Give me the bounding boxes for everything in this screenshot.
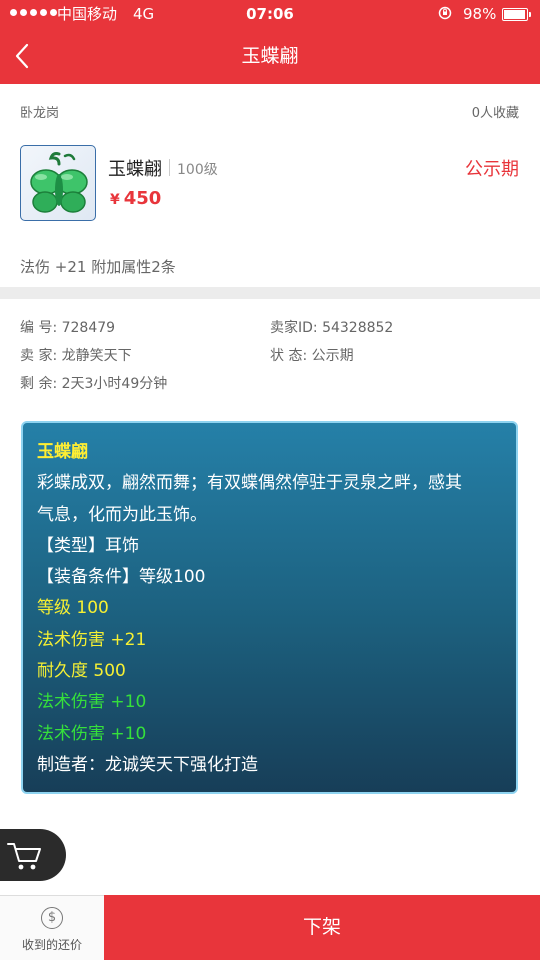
item-attributes: 法伤 +21 附加属性2条: [20, 258, 176, 276]
desc-magic-damage: 法术伤害 +21: [37, 629, 147, 650]
rotation-lock-icon: [438, 6, 452, 20]
item-description-card: 玉蝶翩 彩蝶成双，翩然而舞；有双蝶偶然停驻于灵泉之畔，感其 气息，化而为此玉饰。…: [21, 421, 518, 794]
jade-earring-icon: [30, 152, 88, 213]
received-offers-button[interactable]: $ 收到的还价: [0, 895, 104, 960]
name-level-divider: [169, 159, 170, 176]
section-divider: [0, 287, 540, 299]
item-status: 公示期: [465, 159, 519, 180]
battery-icon: [502, 8, 531, 21]
battery-percent: 98%: [463, 5, 497, 23]
desc-level: 等级 100: [37, 598, 109, 619]
item-price: ¥450: [110, 188, 161, 209]
price-value: 450: [123, 188, 162, 209]
app-header: 中国移动 4G 07:06 98% 玉蝶翩: [0, 0, 540, 84]
cart-button[interactable]: [0, 829, 66, 881]
received-offers-label: 收到的还价: [21, 938, 82, 952]
item-name: 玉蝶翩: [108, 159, 162, 180]
desc-bonus-attribute: 法术伤害 +10: [37, 723, 147, 744]
delist-button[interactable]: 下架: [104, 895, 540, 960]
status-bar: 中国移动 4G 07:06 98%: [0, 0, 540, 28]
coin-icon: $: [41, 907, 63, 929]
page-title: 玉蝶翩: [241, 45, 299, 67]
time-remaining: 剩 余: 2天3小时49分钟: [20, 376, 168, 392]
nav-bar: 玉蝶翩: [0, 28, 540, 84]
desc-bonus-attribute: 法术伤害 +10: [37, 692, 147, 713]
desc-lore-line: 彩蝶成双，翩然而舞；有双蝶偶然停驻于灵泉之畔，感其: [37, 473, 462, 494]
seller-name: 卖 家: 龙静笑天下: [20, 348, 132, 364]
desc-maker: 制造者：龙诚笑天下强化打造: [37, 754, 258, 775]
desc-title: 玉蝶翩: [37, 442, 88, 462]
desc-type: 【类型】耳饰: [37, 535, 139, 556]
item-id: 编 号: 728479: [20, 320, 116, 336]
bottom-action-bar: $ 收到的还价 下架: [0, 895, 540, 960]
cart-icon: [7, 843, 41, 870]
desc-durability: 耐久度 500: [37, 661, 126, 682]
desc-requirement: 【装备条件】等级100: [37, 567, 206, 588]
favorite-count: 0人收藏: [471, 106, 519, 121]
item-level: 100级: [177, 162, 218, 178]
item-thumbnail: [20, 145, 96, 221]
listing-state: 状 态: 公示期: [270, 348, 354, 364]
shop-name: 卧龙岗: [20, 106, 60, 121]
desc-lore-line: 气息，化而为此玉饰。: [37, 504, 207, 525]
currency-symbol: ¥: [110, 192, 120, 208]
status-time: 07:06: [246, 5, 294, 23]
seller-id: 卖家ID: 54328852: [270, 320, 394, 336]
